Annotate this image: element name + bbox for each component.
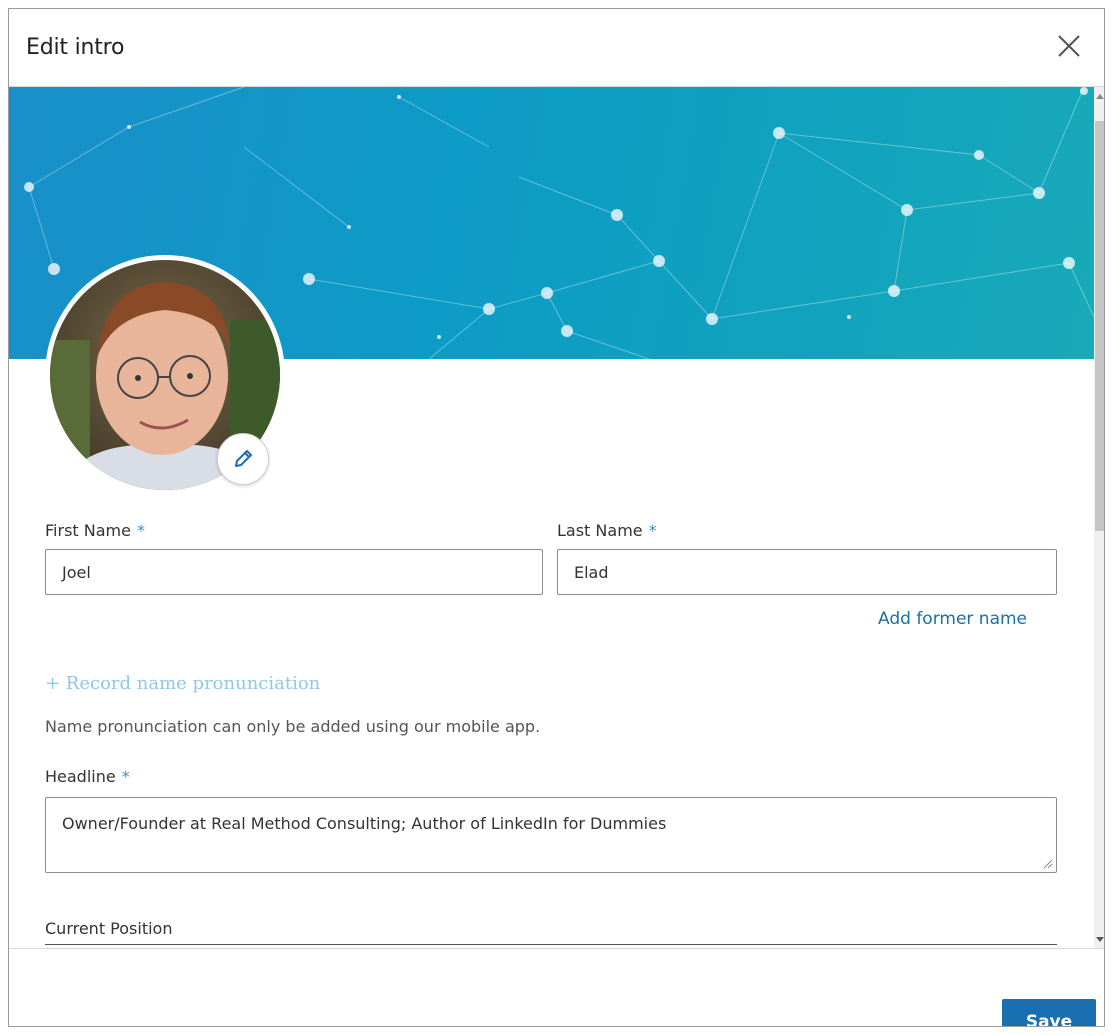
scrollbar[interactable] — [1094, 87, 1104, 948]
current-position-field[interactable] — [45, 944, 1057, 945]
first-name-field[interactable]: Joel — [45, 549, 543, 595]
close-icon — [1058, 35, 1080, 57]
dialog-body[interactable]: First Name * Joel Last Name * Elad Add for… — [9, 87, 1104, 949]
required-asterisk: * — [648, 521, 657, 540]
save-button[interactable]: Save — [1002, 999, 1096, 1026]
headline-label: Headline * — [45, 767, 130, 786]
headline-label-text: Headline — [45, 767, 116, 786]
pronunciation-helper-text: Name pronunciation can only be added usi… — [45, 717, 541, 736]
save-button-wrap: Save — [1002, 999, 1096, 1026]
edit-photo-button[interactable] — [217, 433, 269, 485]
close-button[interactable] — [1056, 33, 1082, 59]
current-position-label: Current Position — [45, 919, 173, 938]
dialog-header: Edit intro — [9, 9, 1104, 87]
headline-textarea[interactable]: Owner/Founder at Real Method Consulting;… — [45, 797, 1057, 873]
scroll-up-arrow-icon[interactable] — [1096, 93, 1104, 99]
first-name-label: First Name * — [45, 521, 145, 540]
edit-intro-dialog: Edit intro First Name * Joel Last Name *… — [8, 8, 1105, 1027]
required-asterisk: * — [136, 521, 145, 540]
dialog-title: Edit intro — [26, 35, 125, 60]
first-name-label-text: First Name — [45, 521, 131, 540]
scroll-down-arrow-icon[interactable] — [1096, 937, 1104, 943]
record-name-pronunciation-link[interactable]: + Record name pronunciation — [45, 673, 320, 694]
last-name-field[interactable]: Elad — [557, 549, 1057, 595]
add-former-name-link[interactable]: Add former name — [878, 609, 1027, 629]
pencil-icon — [235, 450, 252, 467]
scroll-thumb[interactable] — [1095, 121, 1104, 531]
last-name-label: Last Name * — [557, 521, 657, 540]
resize-grip-icon[interactable] — [1043, 859, 1053, 869]
last-name-label-text: Last Name — [557, 521, 643, 540]
required-asterisk: * — [121, 767, 130, 786]
headline-value: Owner/Founder at Real Method Consulting;… — [62, 814, 667, 833]
